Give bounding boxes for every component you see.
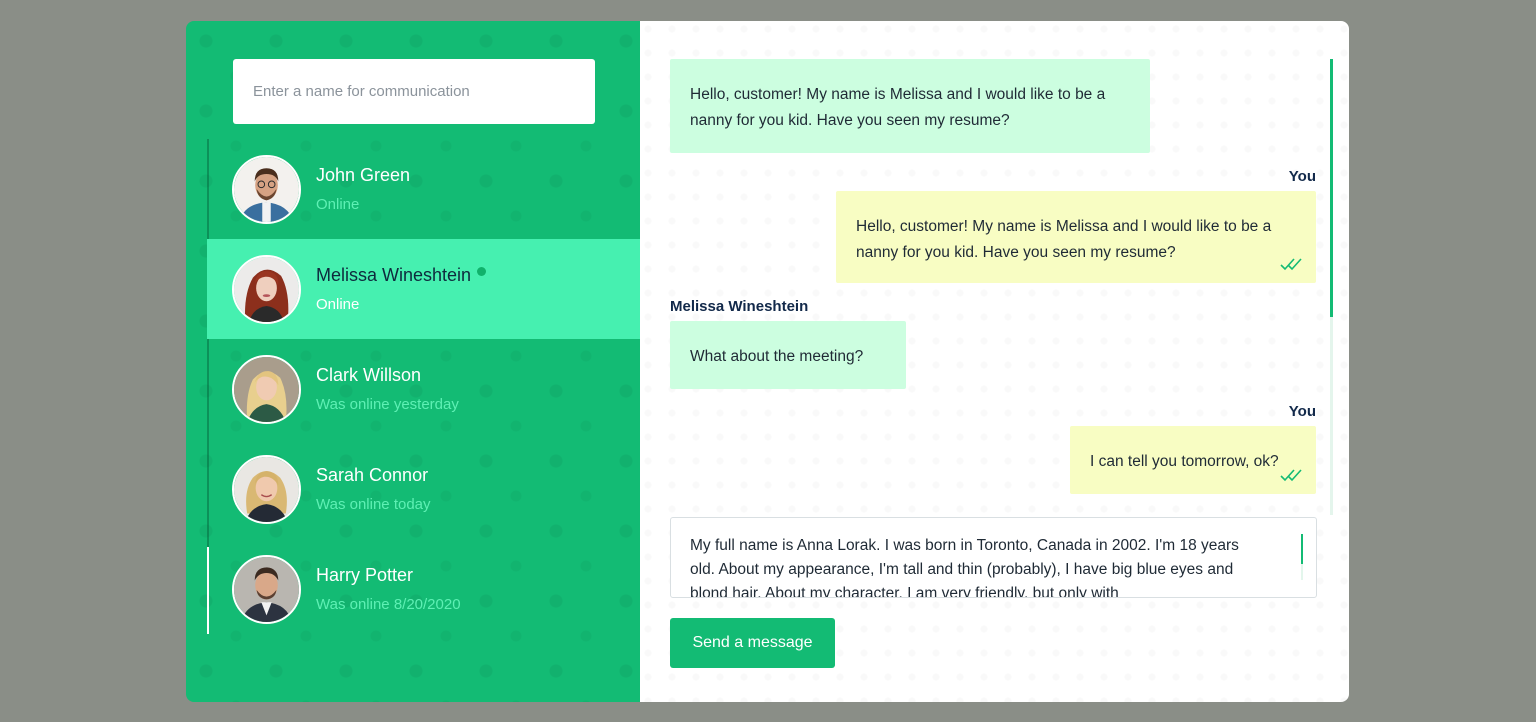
contacts-panel: John Green Online Meli bbox=[186, 21, 640, 702]
chat-window: John Green Online Meli bbox=[186, 21, 1349, 702]
message-list: Hello, customer! My name is Melissa and … bbox=[670, 59, 1316, 515]
contact-item-melissa-wineshtein[interactable]: Melissa Wineshtein Online bbox=[207, 239, 640, 339]
search-input[interactable] bbox=[233, 59, 595, 124]
message-bubble-incoming: Hello, customer! My name is Melissa and … bbox=[670, 59, 1150, 153]
avatar bbox=[232, 454, 301, 524]
message-text: What about the meeting? bbox=[690, 348, 864, 365]
message-input[interactable]: My full name is Anna Lorak. I was born i… bbox=[670, 517, 1317, 598]
message-input-text[interactable]: My full name is Anna Lorak. I was born i… bbox=[671, 518, 1316, 597]
send-message-button[interactable]: Send a message bbox=[670, 618, 835, 668]
message-text: I can tell you tomorrow, ok? bbox=[1090, 453, 1279, 470]
contact-status: Was online yesterday bbox=[316, 396, 459, 413]
contact-item-harry-potter[interactable]: Harry Potter Was online 8/20/2020 bbox=[207, 539, 640, 639]
contact-item-clark-willson[interactable]: Clark Willson Was online yesterday bbox=[207, 339, 640, 439]
avatar bbox=[232, 154, 301, 224]
contact-status: Online bbox=[316, 196, 360, 213]
message-bubble-outgoing: I can tell you tomorrow, ok? bbox=[1070, 426, 1316, 494]
avatar bbox=[232, 254, 301, 324]
message-text: Hello, customer! My name is Melissa and … bbox=[690, 86, 1106, 129]
message-sender: Melissa Wineshtein bbox=[670, 298, 809, 315]
message-text: Hello, customer! My name is Melissa and … bbox=[856, 218, 1272, 261]
double-check-icon bbox=[1280, 469, 1302, 482]
online-indicator-icon bbox=[477, 267, 487, 276]
contact-status: Online bbox=[316, 296, 360, 313]
message-input-scrollbar-thumb[interactable] bbox=[1301, 534, 1303, 564]
contact-name: Sarah Connor bbox=[316, 465, 429, 485]
message-input-scrollbar[interactable] bbox=[1301, 534, 1303, 580]
contact-list: John Green Online Melissa Wineshtein Onl… bbox=[207, 139, 640, 639]
double-check-icon bbox=[1280, 258, 1302, 271]
avatar bbox=[232, 354, 301, 424]
message-bubble-incoming: What about the meeting? bbox=[670, 321, 906, 389]
conversation-panel: Hello, customer! My name is Melissa and … bbox=[640, 21, 1349, 702]
message-bubble-outgoing: Hello, customer! My name is Melissa and … bbox=[836, 191, 1316, 283]
contact-item-john-green[interactable]: John Green Online bbox=[207, 139, 640, 239]
avatar bbox=[232, 554, 301, 624]
message-sender: You bbox=[1288, 403, 1316, 420]
contact-name: Harry Potter bbox=[316, 565, 414, 585]
contact-status: Was online 8/20/2020 bbox=[316, 596, 461, 613]
contact-name: Clark Willson bbox=[316, 365, 422, 385]
contact-status: Was online today bbox=[316, 496, 431, 513]
contact-item-sarah-connor[interactable]: Sarah Connor Was online today bbox=[207, 439, 640, 539]
messages-scrollbar-thumb[interactable] bbox=[1330, 59, 1333, 317]
contact-name: John Green bbox=[316, 165, 411, 185]
messages-scrollbar[interactable] bbox=[1330, 59, 1333, 515]
message-sender: You bbox=[1288, 168, 1316, 185]
contact-name: Melissa Wineshtein bbox=[316, 265, 472, 285]
